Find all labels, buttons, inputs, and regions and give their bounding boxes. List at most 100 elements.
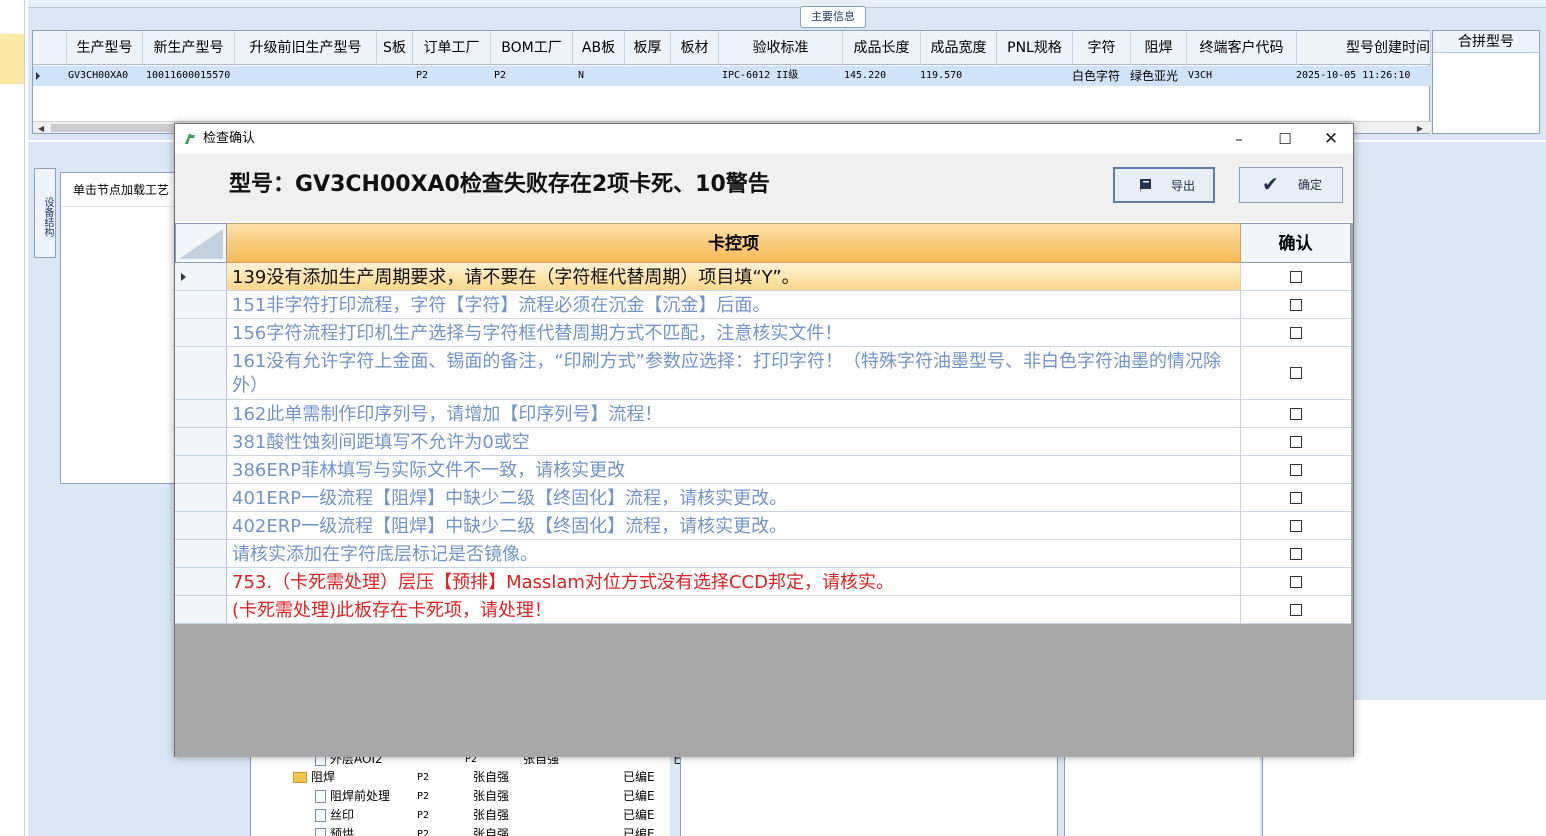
col-material[interactable]: 板材 — [671, 31, 719, 65]
table-row[interactable]: 请核实添加在字符底层标记是否镜像。 — [175, 540, 1351, 568]
table-row[interactable]: 402ERP一级流程【阻焊】中缺少二级【终固化】流程，请核实更改。 — [175, 512, 1351, 540]
row-header[interactable] — [175, 540, 227, 568]
cell-bom-factory: P2 — [494, 70, 507, 81]
table-row[interactable]: 139没有添加生产周期要求，请不要在（字符框代替周期）项目填“Y”。 — [175, 263, 1351, 291]
check-item-text[interactable]: 151非字符打印流程，字符【字符】流程必须在沉金【沉金】后面。 — [227, 291, 1241, 319]
scroll-thumb[interactable] — [51, 124, 191, 132]
table-row[interactable]: GV3CH00XA0 10011600015570 P2 P2 N IPC-60… — [33, 66, 1431, 86]
table-row[interactable]: 401ERP一级流程【阻焊】中缺少二级【终固化】流程，请核实更改。 — [175, 484, 1351, 512]
col-acceptance[interactable]: 验收标准 — [719, 31, 843, 65]
confirm-checkbox[interactable] — [1290, 604, 1302, 616]
tree-item-label: 阻焊 — [311, 770, 336, 784]
confirm-checkbox[interactable] — [1290, 492, 1302, 504]
row-header[interactable] — [175, 347, 227, 400]
row-header[interactable] — [175, 400, 227, 428]
cell-width: 119.570 — [920, 70, 963, 81]
cell-order-factory: P2 — [416, 70, 429, 81]
confirm-checkbox[interactable] — [1290, 327, 1302, 339]
row-header[interactable] — [175, 512, 227, 540]
confirm-cell — [1241, 596, 1351, 624]
col-bom-factory[interactable]: BOM工厂 — [491, 31, 573, 65]
check-grid-header: 卡控项 确认 — [175, 223, 1351, 263]
col-check-item[interactable]: 卡控项 — [227, 223, 1241, 263]
row-header[interactable] — [175, 291, 227, 319]
col-solder[interactable]: 阻焊 — [1131, 31, 1187, 65]
row-header[interactable] — [175, 319, 227, 347]
col-pnl[interactable]: PNL规格 — [997, 31, 1073, 65]
close-icon[interactable]: ✕ — [1308, 124, 1354, 154]
check-item-text[interactable]: (卡死需处理)此板存在卡死项，请处理！ — [227, 596, 1241, 624]
tree-item[interactable]: 阻焊前处理 P2 张自强 已编E — [307, 787, 667, 806]
folder-icon — [293, 772, 307, 783]
confirm-cell — [1241, 540, 1351, 568]
table-row[interactable]: 386ERP菲林填写与实际文件不一致，请核实更改 — [175, 456, 1351, 484]
col-ab-board[interactable]: AB板 — [573, 31, 625, 65]
col-s-board[interactable]: S板 — [377, 31, 413, 65]
check-item-text[interactable]: 386ERP菲林填写与实际文件不一致，请核实更改 — [227, 456, 1241, 484]
table-row[interactable]: 156字符流程打印机生产选择与字符框代替周期方式不匹配，注意核实文件！ — [175, 319, 1351, 347]
confirm-checkbox[interactable] — [1290, 299, 1302, 311]
row-header[interactable] — [175, 263, 227, 291]
cell-customer: V3CH — [1188, 70, 1213, 81]
confirm-checkbox[interactable] — [1290, 464, 1302, 476]
tree-item-person: 张自强 — [473, 808, 510, 822]
col-thickness[interactable]: 板厚 — [625, 31, 671, 65]
row-header[interactable] — [175, 456, 227, 484]
check-item-text[interactable]: 402ERP一级流程【阻焊】中缺少二级【终固化】流程，请核实更改。 — [227, 512, 1241, 540]
tree-item[interactable]: 预烘 P2 张自强 已编E — [307, 825, 667, 836]
col-old-model[interactable]: 升级前旧生产型号 — [235, 31, 377, 65]
table-row[interactable]: 161没有允许字符上金面、锡面的备注，“印刷方式”参数应选择：打印字符！（特殊字… — [175, 347, 1351, 400]
confirm-checkbox[interactable] — [1290, 548, 1302, 560]
col-created[interactable]: 型号创建时间 — [1297, 31, 1431, 65]
row-header[interactable] — [175, 428, 227, 456]
col-customer[interactable]: 终端客户代码 — [1187, 31, 1297, 65]
select-all-corner[interactable] — [175, 223, 227, 263]
cell-char: 白色字符 — [1072, 69, 1121, 83]
minimize-icon[interactable]: – — [1216, 124, 1262, 154]
confirm-checkbox[interactable] — [1290, 367, 1302, 379]
left-strip — [0, 0, 25, 836]
cell-created: 2025-10-05 11:26:10 — [1296, 70, 1411, 81]
check-item-text[interactable]: 161没有允许字符上金面、锡面的备注，“印刷方式”参数应选择：打印字符！（特殊字… — [227, 347, 1241, 400]
check-item-text[interactable]: 401ERP一级流程【阻焊】中缺少二级【终固化】流程，请核实更改。 — [227, 484, 1241, 512]
table-row[interactable]: 151非字符打印流程，字符【字符】流程必须在沉金【沉金】后面。 — [175, 291, 1351, 319]
scroll-right-icon[interactable]: ▶ — [1417, 124, 1423, 133]
col-confirm[interactable]: 确认 — [1241, 223, 1351, 263]
row-header[interactable] — [175, 568, 227, 596]
table-row[interactable]: 381酸性蚀刻间距填写不允许为0或空 — [175, 428, 1351, 456]
confirm-checkbox[interactable] — [1290, 271, 1302, 283]
confirm-checkbox[interactable] — [1290, 576, 1302, 588]
confirm-checkbox[interactable] — [1290, 436, 1302, 448]
col-width[interactable]: 成品宽度 — [921, 31, 997, 65]
confirm-checkbox[interactable] — [1290, 408, 1302, 420]
row-header[interactable] — [175, 596, 227, 624]
dialog-titlebar[interactable]: 检查确认 – ☐ ✕ — [175, 124, 1353, 154]
table-row[interactable]: 753.（卡死需处理）层压【预排】Masslam对位方式没有选择CCD邦定，请核… — [175, 568, 1351, 596]
main-info-tab[interactable]: 主要信息 — [800, 6, 866, 28]
check-item-text[interactable]: 156字符流程打印机生产选择与字符框代替周期方式不匹配，注意核实文件！ — [227, 319, 1241, 347]
tree-item[interactable]: 丝印 P2 张自强 已编E — [307, 806, 667, 825]
confirm-cell — [1241, 347, 1351, 400]
tree-item[interactable]: 阻焊 P2 张自强 已编E — [279, 768, 667, 787]
col-order-factory[interactable]: 订单工厂 — [413, 31, 491, 65]
side-tab[interactable]: 设备结构 — [34, 168, 56, 258]
col-prod-model[interactable]: 生产型号 — [67, 31, 143, 65]
scroll-left-icon[interactable]: ◀ — [38, 124, 44, 133]
col-char[interactable]: 字符 — [1073, 31, 1131, 65]
cell-new-model: 10011600015570 — [146, 70, 231, 81]
tree-item-status: 已编E — [623, 770, 655, 784]
check-item-text[interactable]: 139没有添加生产周期要求，请不要在（字符框代替周期）项目填“Y”。 — [227, 263, 1241, 291]
table-row[interactable]: (卡死需处理)此板存在卡死项，请处理！ — [175, 596, 1351, 624]
row-header[interactable] — [175, 484, 227, 512]
confirm-button[interactable]: ✔ 确定 — [1239, 167, 1343, 203]
check-item-text[interactable]: 162此单需制作印序列号，请增加【印序列号】流程！ — [227, 400, 1241, 428]
check-item-text[interactable]: 753.（卡死需处理）层压【预排】Masslam对位方式没有选择CCD邦定，请核… — [227, 568, 1241, 596]
check-item-text[interactable]: 381酸性蚀刻间距填写不允许为0或空 — [227, 428, 1241, 456]
col-new-model[interactable]: 新生产型号 — [143, 31, 235, 65]
col-length[interactable]: 成品长度 — [843, 31, 921, 65]
check-item-text[interactable]: 请核实添加在字符底层标记是否镜像。 — [227, 540, 1241, 568]
export-button[interactable]: 导出 — [1113, 167, 1215, 203]
table-row[interactable]: 162此单需制作印序列号，请增加【印序列号】流程！ — [175, 400, 1351, 428]
maximize-icon[interactable]: ☐ — [1262, 124, 1308, 154]
confirm-checkbox[interactable] — [1290, 520, 1302, 532]
